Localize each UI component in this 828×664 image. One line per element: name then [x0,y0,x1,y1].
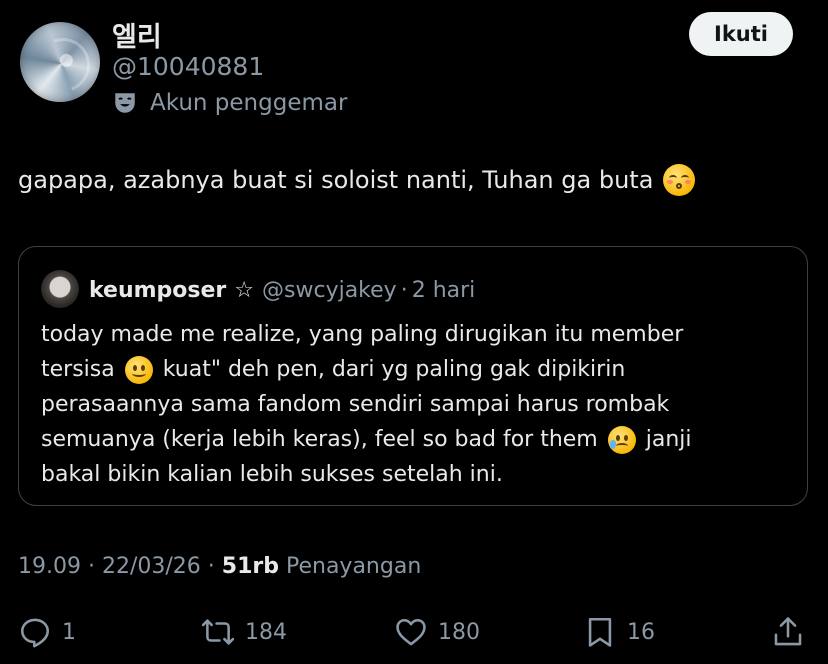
star-icon: ☆ [234,277,255,303]
quoted-text: today made me realize, yang paling dirug… [41,317,791,492]
theater-masks-icon [115,93,135,113]
tweet-body: gapapa, azabnya buat si soloist nanti, T… [18,166,654,194]
bookmark-button[interactable]: 16 [583,612,655,652]
quoted-line-text: janji [645,427,692,452]
quoted-line: perasaannya sama fandom sendiri sampai h… [41,387,791,422]
tweet-text: gapapa, azabnya buat si soloist nanti, T… [18,164,696,196]
quoted-line-text: today made me realize, yang paling dirug… [41,322,684,347]
quoted-line-text: perasaannya sama fandom sendiri sampai h… [41,392,670,417]
author-name[interactable]: 엘리 [112,15,162,54]
quoted-line-text: bakal bikin kalian lebih sukses setelah … [41,462,503,487]
repost-button[interactable]: 184 [201,612,287,652]
quoted-line: today made me realize, yang paling dirug… [41,317,791,352]
like-count: 180 [438,619,480,645]
kissing-face-emoji-icon [663,164,696,196]
like-button[interactable]: 180 [394,612,480,652]
views-count[interactable]: 51rb [222,554,279,579]
quoted-author-name[interactable]: keumposer [89,278,226,303]
tweet-meta: 19.09 · 22/03/26 · 51rb Penayangan [18,554,421,579]
slightly-smiling-face-icon [124,355,153,384]
account-label: Akun penggemar [112,88,347,118]
quoted-author-handle[interactable]: @swcyjakey [262,278,397,303]
reply-count: 1 [62,619,76,645]
quoted-timestamp[interactable]: 2 hari [412,278,476,303]
quoted-line: bakal bikin kalian lebih sukses setelah … [41,457,791,492]
author-avatar[interactable] [20,22,100,102]
views-label: Penayangan [285,554,422,579]
quoted-line-text: semuanya (kerja lebih keras), feel so ba… [41,427,598,452]
share-button[interactable] [771,612,815,652]
account-label-text: Akun penggemar [150,90,348,116]
quoted-line-text: kuat" deh pen, dari yg paling gak dipiki… [162,357,626,382]
heart-icon [396,618,426,646]
separator-dot: · [400,277,408,303]
quoted-line: semuanya (kerja lebih keras), feel so ba… [41,422,791,457]
repost-count: 184 [245,619,287,645]
quoted-line: tersisa kuat" deh pen, dari yg paling ga… [41,352,791,387]
quoted-author-avatar[interactable] [41,270,79,308]
bookmark-icon [588,617,612,647]
follow-button[interactable]: Ikuti [689,12,793,56]
share-icon [774,617,802,646]
author-handle[interactable]: @10040881 [112,52,264,81]
tweet-time[interactable]: 19.09 [18,554,81,579]
face-holding-back-tears-icon [607,425,636,454]
quoted-header: keumposer ☆ @swcyjakey · 2 hari [89,273,475,307]
tweet-date[interactable]: 22/03/26 [102,554,201,579]
reply-icon [20,618,50,648]
meta-separator: · [200,554,222,579]
quoted-tweet[interactable]: keumposer ☆ @swcyjakey · 2 hari today ma… [18,246,808,506]
meta-separator: · [80,554,102,579]
bookmark-count: 16 [627,619,655,645]
quoted-line-text: tersisa [41,357,115,382]
repost-icon [201,619,235,645]
reply-button[interactable]: 1 [18,612,76,652]
